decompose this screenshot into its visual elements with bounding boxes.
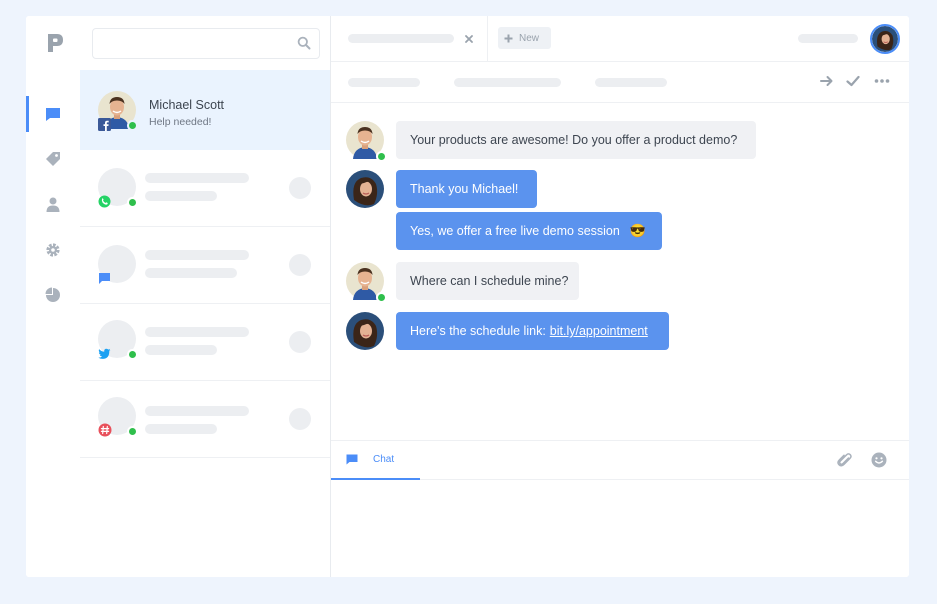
online-indicator [127, 120, 138, 131]
nav-item-settings[interactable] [26, 232, 80, 268]
avatar [98, 397, 138, 437]
online-indicator [376, 151, 387, 162]
nav-item-contacts[interactable] [26, 186, 80, 222]
online-indicator [127, 197, 138, 208]
tag-icon [46, 152, 60, 166]
avatar [98, 168, 138, 208]
gear-icon [46, 243, 60, 257]
twitter-icon [98, 348, 111, 359]
nav-item-conversations[interactable] [26, 96, 80, 132]
message-text: Yes, we offer a free live demo session [410, 224, 620, 238]
emoji-icon[interactable] [871, 452, 887, 468]
message-thread: Your products are awesome! Do you offer … [331, 103, 909, 440]
message-text: Where can I schedule mine? [410, 274, 569, 288]
conversation-list: Michael Scott Help needed! [80, 16, 330, 577]
chat-panel: New Your products are awesome! Do you of… [330, 16, 909, 577]
agent-avatar[interactable] [870, 24, 900, 54]
message-bubble: Yes, we offer a free live demo session 😎 [396, 212, 662, 250]
conversation-item[interactable]: Michael Scott Help needed! [80, 70, 330, 150]
message-bubble: Here's the schedule link: bit.ly/appoint… [396, 312, 669, 350]
tab-bar: New [331, 16, 909, 62]
avatar [98, 91, 138, 131]
chat-bubble-icon [99, 273, 110, 284]
more-options-icon[interactable] [874, 74, 890, 88]
placeholder-line [145, 173, 249, 183]
conversation-item[interactable] [80, 227, 330, 304]
online-indicator [127, 426, 138, 437]
customer-avatar [346, 121, 387, 162]
conversation-header [331, 62, 909, 103]
contact-name: Michael Scott [149, 98, 225, 112]
message-text: Your products are awesome! Do you offer … [410, 133, 738, 147]
sunglasses-emoji: 😎 [629, 223, 647, 238]
app-window: Michael Scott Help needed! New Your prod… [26, 16, 909, 577]
conversation-item[interactable] [80, 150, 330, 227]
message-bubble: Your products are awesome! Do you offer … [396, 121, 756, 159]
message-bubble: Thank you Michael! [396, 170, 537, 208]
new-tab-label: New [519, 32, 540, 44]
placeholder-badge [289, 331, 311, 353]
placeholder-badge [289, 254, 311, 276]
conversation-tab[interactable] [331, 16, 488, 62]
nav-item-tags[interactable] [26, 141, 80, 177]
slack-icon [98, 423, 112, 437]
search-icon[interactable] [297, 36, 311, 50]
agent-avatar [346, 312, 384, 350]
close-icon[interactable] [465, 35, 473, 43]
tab-chat[interactable]: Chat [331, 441, 420, 480]
placeholder-line [145, 345, 217, 355]
placeholder-line [145, 191, 217, 201]
conversation-item[interactable] [80, 381, 330, 458]
facebook-icon [98, 118, 111, 131]
pie-chart-icon [45, 287, 60, 302]
online-indicator [127, 349, 138, 360]
placeholder-badge [289, 177, 311, 199]
paperclip-icon[interactable] [837, 452, 853, 469]
forward-arrow-icon[interactable] [820, 74, 834, 88]
customer-avatar [346, 262, 387, 303]
message-text: Here's the schedule link: [410, 324, 546, 338]
checkmark-icon[interactable] [846, 74, 860, 88]
plus-icon [504, 34, 513, 42]
placeholder-line [454, 78, 561, 87]
placeholder-line [145, 406, 249, 416]
chat-bubble-icon [346, 454, 358, 465]
placeholder-line [348, 78, 420, 87]
user-icon [46, 197, 60, 212]
new-tab-button[interactable]: New [498, 27, 551, 49]
placeholder-badge [289, 408, 311, 430]
placeholder-line [145, 424, 217, 434]
avatar [98, 320, 138, 360]
conversation-item[interactable] [80, 304, 330, 381]
app-logo[interactable] [46, 32, 64, 54]
composer-bar: Chat [331, 440, 909, 480]
whatsapp-icon [98, 195, 111, 208]
placeholder-line [348, 34, 454, 43]
search-input[interactable] [93, 29, 283, 58]
chat-tab-label: Chat [373, 454, 395, 465]
placeholder-line [145, 268, 237, 278]
schedule-link[interactable]: bit.ly/appointment [550, 324, 648, 338]
message-preview: Help needed! [149, 116, 212, 128]
nav-rail [26, 16, 80, 577]
chat-bubble-icon [46, 107, 60, 121]
online-indicator [376, 292, 387, 303]
agent-avatar [346, 170, 384, 208]
message-text: Thank you Michael! [410, 182, 519, 196]
placeholder-line [145, 327, 249, 337]
message-bubble: Where can I schedule mine? [396, 262, 579, 300]
search-box [92, 28, 320, 59]
placeholder-line [798, 34, 858, 43]
avatar [98, 245, 136, 284]
nav-item-reports[interactable] [26, 277, 80, 313]
placeholder-line [595, 78, 667, 87]
placeholder-line [145, 250, 249, 260]
